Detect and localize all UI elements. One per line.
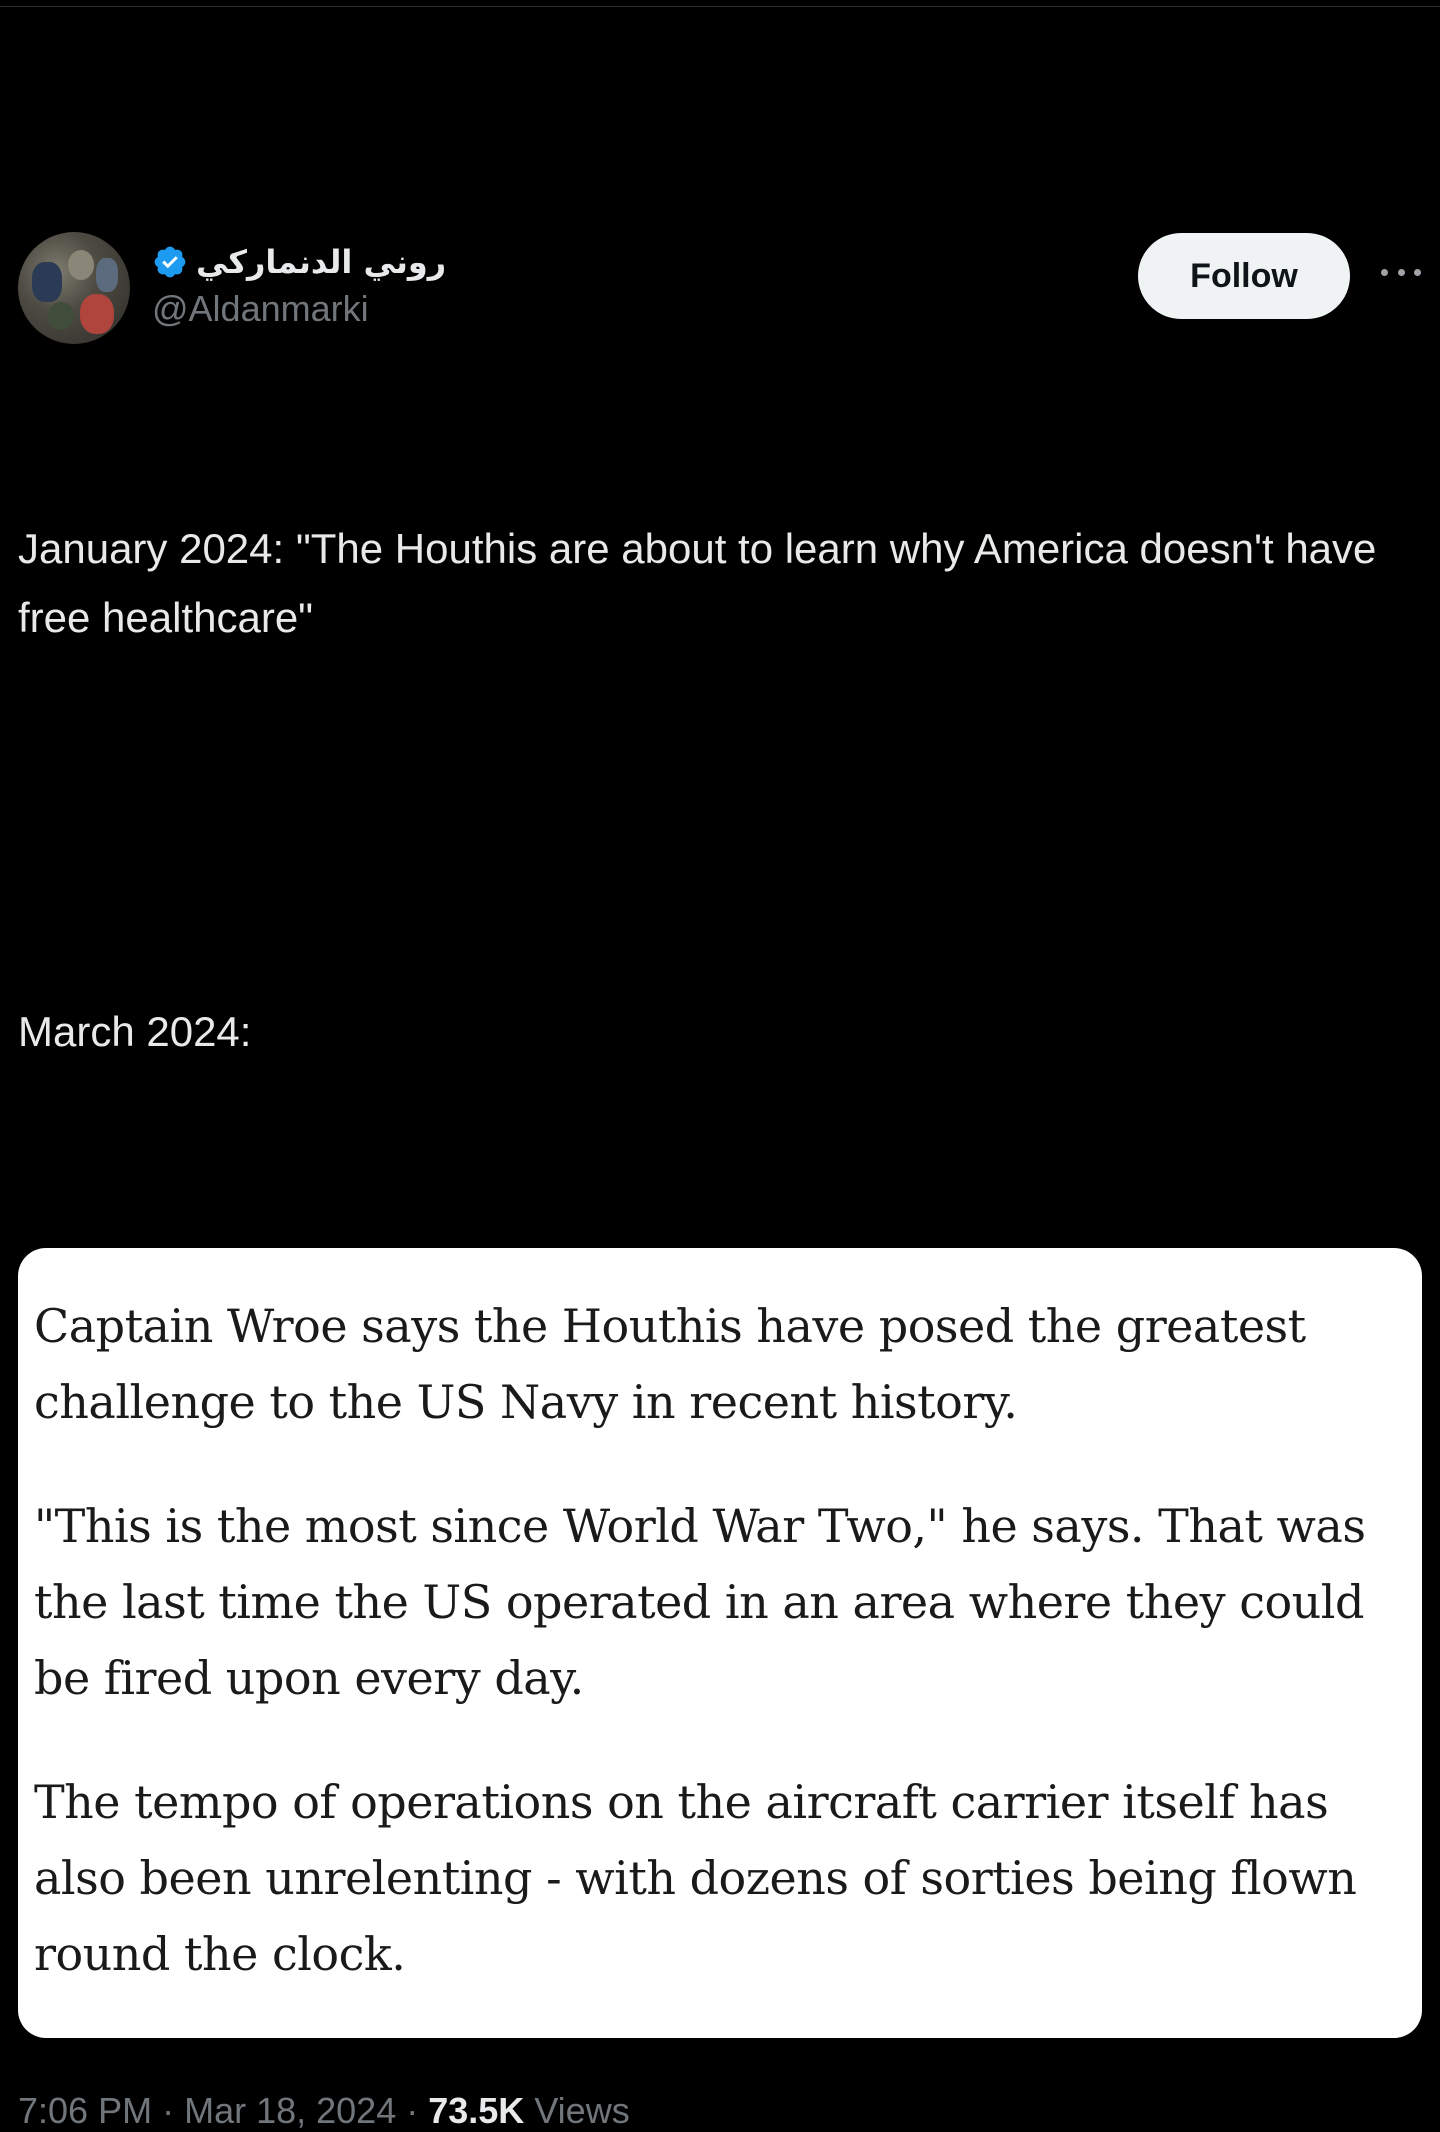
views-count: 73.5K — [428, 2090, 525, 2131]
more-options-icon[interactable] — [1381, 262, 1421, 282]
tweet: روني الدنماركي @Aldanmarki Follow Januar… — [18, 232, 1422, 2132]
quote-paragraph: The tempo of operations on the aircraft … — [34, 1775, 1357, 1981]
tweet-text-line: March 2024: — [18, 1008, 252, 1055]
author-names: روني الدنماركي @Aldanmarki — [152, 240, 446, 330]
tweet-text-line: January 2024: "The Houthis are about to … — [18, 525, 1389, 641]
follow-button[interactable]: Follow — [1138, 233, 1350, 319]
tweet-header: روني الدنماركي @Aldanmarki Follow — [18, 232, 1422, 352]
tweet-date[interactable]: Mar 18, 2024 — [184, 2090, 396, 2132]
display-name-row: روني الدنماركي — [152, 240, 446, 284]
quote-paragraph: Captain Wroe says the Houthis have posed… — [34, 1299, 1306, 1429]
tweet-meta: 7:06 PM · Mar 18, 2024 · 73.5K Views — [18, 2090, 1422, 2132]
tweet-time[interactable]: 7:06 PM — [18, 2090, 152, 2132]
quote-paragraph: "This is the most since World War Two," … — [34, 1499, 1366, 1705]
display-name[interactable]: روني الدنماركي — [196, 243, 446, 281]
verified-badge-icon — [152, 244, 188, 280]
views-label: Views — [534, 2090, 630, 2131]
quoted-image-card[interactable]: Captain Wroe says the Houthis have posed… — [18, 1248, 1422, 2038]
author-handle[interactable]: @Aldanmarki — [152, 288, 446, 330]
avatar[interactable] — [18, 232, 130, 344]
meta-separator: · — [406, 2090, 419, 2131]
meta-separator: · — [162, 2090, 175, 2131]
top-divider — [0, 6, 1440, 7]
tweet-text: January 2024: "The Houthis are about to … — [18, 376, 1422, 1204]
